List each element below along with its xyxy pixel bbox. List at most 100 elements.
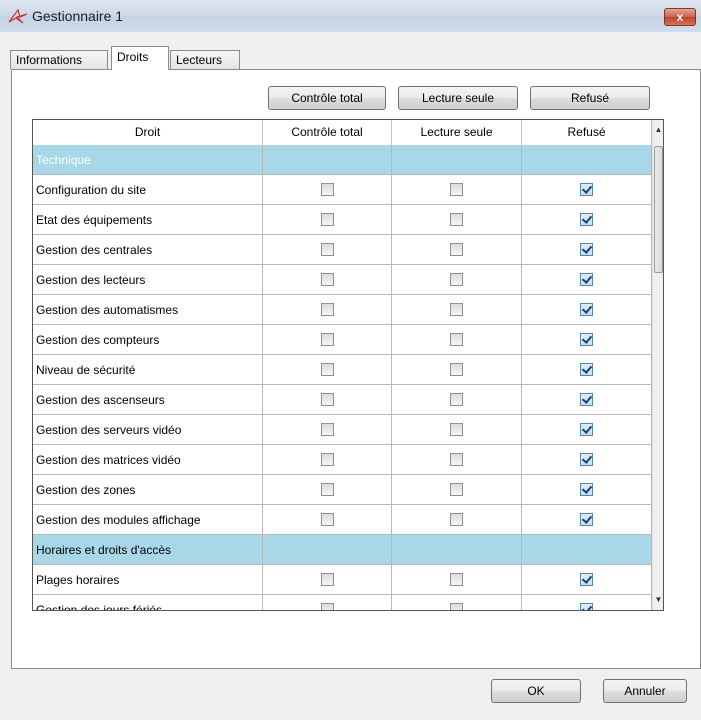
window-title: Gestionnaire 1 — [32, 8, 124, 24]
table-row[interactable]: Gestion des modules affichage — [33, 505, 652, 535]
full-control-button[interactable]: Contrôle total — [268, 86, 386, 110]
full-control-checkbox[interactable] — [321, 513, 334, 526]
close-icon: x — [676, 10, 684, 24]
read-only-checkbox[interactable] — [450, 453, 463, 466]
full-control-cell — [263, 565, 392, 595]
read-only-checkbox[interactable] — [450, 393, 463, 406]
column-header-controle-total[interactable]: Contrôle total — [263, 120, 392, 145]
table-row[interactable]: Niveau de sécurité — [33, 355, 652, 385]
read-only-cell — [392, 175, 522, 205]
full-control-checkbox[interactable] — [321, 573, 334, 586]
read-only-checkbox[interactable] — [450, 513, 463, 526]
full-control-checkbox[interactable] — [321, 483, 334, 496]
tab-lecteurs[interactable]: Lecteurs — [170, 50, 240, 69]
table-row[interactable]: Plages horaires — [33, 565, 652, 595]
table-row[interactable]: Etat des équipements — [33, 205, 652, 235]
read-only-checkbox[interactable] — [450, 183, 463, 196]
grid-vertical-scrollbar[interactable]: ▲ ▼ — [652, 120, 663, 610]
full-control-cell — [263, 205, 392, 235]
full-control-cell — [263, 385, 392, 415]
table-row[interactable]: Gestion des lecteurs — [33, 265, 652, 295]
denied-cell — [522, 145, 652, 175]
rights-grid: Droit Contrôle total Lecture seule Refus… — [32, 119, 664, 611]
full-control-checkbox[interactable] — [321, 423, 334, 436]
scroll-down-arrow-icon[interactable]: ▼ — [653, 592, 664, 608]
column-header-lecture-seule[interactable]: Lecture seule — [392, 120, 522, 145]
full-control-checkbox[interactable] — [321, 183, 334, 196]
full-control-checkbox[interactable] — [321, 273, 334, 286]
read-only-checkbox[interactable] — [450, 213, 463, 226]
table-row[interactable]: Gestion des compteurs — [33, 325, 652, 355]
read-only-checkbox[interactable] — [450, 273, 463, 286]
full-control-checkbox[interactable] — [321, 453, 334, 466]
read-only-button[interactable]: Lecture seule — [398, 86, 518, 110]
denied-cell — [522, 265, 652, 295]
read-only-checkbox[interactable] — [450, 573, 463, 586]
full-control-checkbox[interactable] — [321, 243, 334, 256]
denied-checkbox[interactable] — [580, 363, 593, 376]
denied-checkbox[interactable] — [580, 183, 593, 196]
full-control-checkbox[interactable] — [321, 603, 334, 610]
right-label: Gestion des lecteurs — [33, 265, 263, 295]
denied-checkbox[interactable] — [580, 513, 593, 526]
full-control-checkbox[interactable] — [321, 333, 334, 346]
tab-droits[interactable]: Droits — [111, 46, 169, 70]
denied-checkbox[interactable] — [580, 303, 593, 316]
scroll-up-arrow-icon[interactable]: ▲ — [653, 122, 664, 138]
denied-cell — [522, 535, 652, 565]
full-control-cell — [263, 505, 392, 535]
read-only-checkbox[interactable] — [450, 333, 463, 346]
denied-checkbox[interactable] — [580, 453, 593, 466]
table-row[interactable]: Gestion des automatismes — [33, 295, 652, 325]
denied-cell — [522, 205, 652, 235]
tab-informations[interactable]: Informations — [10, 50, 108, 69]
denied-cell — [522, 475, 652, 505]
denied-checkbox[interactable] — [580, 423, 593, 436]
close-button[interactable]: x — [664, 8, 696, 26]
table-row[interactable]: Gestion des serveurs vidéo — [33, 415, 652, 445]
full-control-checkbox[interactable] — [321, 363, 334, 376]
read-only-checkbox[interactable] — [450, 303, 463, 316]
group-label: Technique — [33, 145, 263, 175]
denied-cell — [522, 295, 652, 325]
read-only-checkbox[interactable] — [450, 243, 463, 256]
column-header-droit[interactable]: Droit — [33, 120, 263, 145]
denied-button[interactable]: Refusé — [530, 86, 650, 110]
full-control-checkbox[interactable] — [321, 213, 334, 226]
denied-checkbox[interactable] — [580, 213, 593, 226]
read-only-cell — [392, 415, 522, 445]
table-row[interactable]: Gestion des matrices vidéo — [33, 445, 652, 475]
read-only-cell — [392, 355, 522, 385]
table-row[interactable]: Gestion des ascenseurs — [33, 385, 652, 415]
read-only-checkbox[interactable] — [450, 483, 463, 496]
right-label: Gestion des modules affichage — [33, 505, 263, 535]
denied-checkbox[interactable] — [580, 603, 593, 610]
table-row[interactable]: Gestion des zones — [33, 475, 652, 505]
title-bar[interactable]: Gestionnaire 1 x — [0, 0, 701, 32]
table-row[interactable]: Configuration du site — [33, 175, 652, 205]
full-control-checkbox[interactable] — [321, 393, 334, 406]
right-label: Gestion des serveurs vidéo — [33, 415, 263, 445]
right-label: Gestion des automatismes — [33, 295, 263, 325]
group-row[interactable]: Technique — [33, 145, 652, 175]
table-row[interactable]: Gestion des centrales — [33, 235, 652, 265]
read-only-cell — [392, 145, 522, 175]
read-only-checkbox[interactable] — [450, 603, 463, 610]
denied-checkbox[interactable] — [580, 273, 593, 286]
ok-button[interactable]: OK — [491, 679, 581, 703]
denied-checkbox[interactable] — [580, 333, 593, 346]
read-only-checkbox[interactable] — [450, 363, 463, 376]
cancel-button[interactable]: Annuler — [603, 679, 687, 703]
full-control-checkbox[interactable] — [321, 303, 334, 316]
right-label: Gestion des centrales — [33, 235, 263, 265]
scrollbar-thumb[interactable] — [654, 146, 663, 273]
denied-checkbox[interactable] — [580, 483, 593, 496]
column-header-refuse[interactable]: Refusé — [522, 120, 652, 145]
denied-cell — [522, 415, 652, 445]
read-only-checkbox[interactable] — [450, 423, 463, 436]
group-row[interactable]: Horaires et droits d'accès — [33, 535, 652, 565]
denied-checkbox[interactable] — [580, 393, 593, 406]
table-row[interactable]: Gestion des jours fériés — [33, 595, 652, 610]
denied-checkbox[interactable] — [580, 573, 593, 586]
denied-checkbox[interactable] — [580, 243, 593, 256]
